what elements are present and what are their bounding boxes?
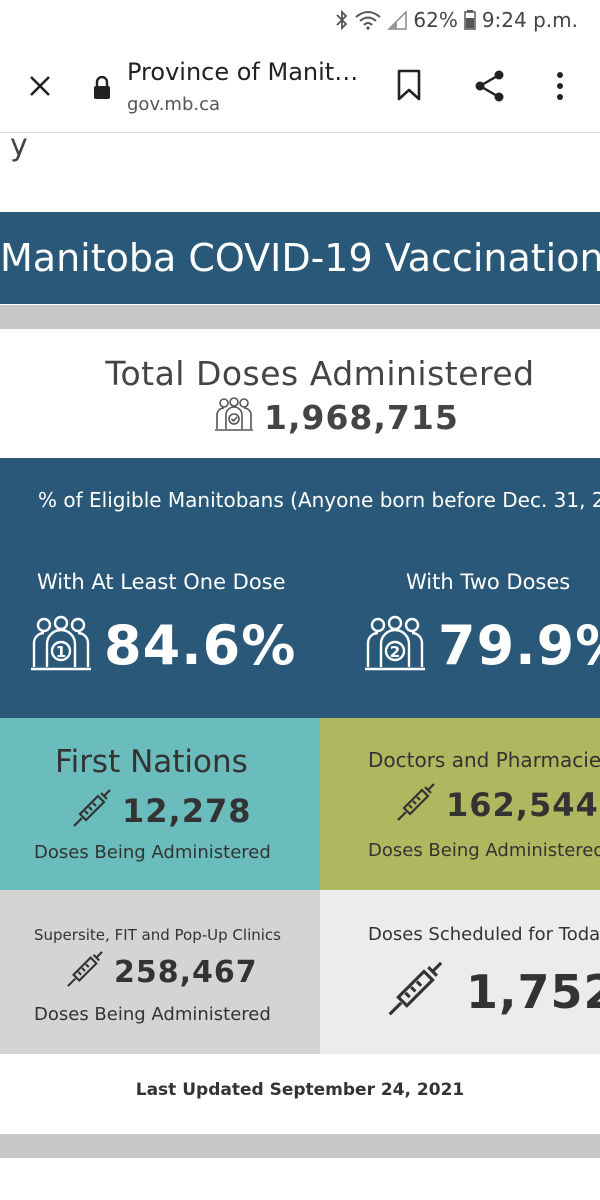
first-nations-value: 12,278 [122, 792, 252, 830]
doctors-pharmacies-value: 162,544 [446, 786, 599, 824]
scrolled-text-fragment: y [10, 128, 28, 163]
page-url[interactable]: gov.mb.ca [127, 94, 220, 115]
supersite-clinics-row: 258,467 [64, 950, 258, 994]
total-doses-row: 1,968,715 [214, 396, 459, 438]
supersite-clinics-subtitle: Doses Being Administered [34, 1004, 271, 1025]
scheduled-today-tile: Doses Scheduled for Today 1,752 [320, 890, 600, 1054]
bluetooth-icon [335, 10, 349, 30]
more-icon [557, 72, 563, 100]
bookmark-button[interactable] [394, 68, 424, 106]
divider-band [0, 1134, 600, 1158]
people-icon [214, 396, 254, 438]
scheduled-today-value: 1,752 [466, 965, 600, 1019]
last-updated: Last Updated September 24, 2021 [135, 1080, 465, 1100]
battery-icon [464, 10, 476, 30]
status-bar: 62% 9:24 p.m. [0, 0, 600, 44]
lock-icon [92, 75, 112, 104]
first-nations-subtitle: Doses Being Administered [34, 842, 271, 863]
clock: 9:24 p.m. [481, 8, 578, 32]
scheduled-today-title: Doses Scheduled for Today [368, 924, 600, 945]
doctors-pharmacies-title: Doctors and Pharmacies [368, 748, 600, 772]
supersite-clinics-tile: Supersite, FIT and Pop-Up Clinics 258,46… [0, 890, 320, 1054]
one-dose-value: 84.6% [104, 614, 297, 677]
eligible-title: % of Eligible Manitobans (Anyone born be… [38, 488, 600, 512]
svg-text:1: 1 [56, 643, 66, 661]
first-nations-row: 12,278 [70, 788, 251, 834]
two-doses-value: 79.9% [438, 614, 600, 677]
syringe-icon [394, 782, 436, 828]
total-doses-card: Total Doses Administered 1,968,715 [0, 330, 600, 458]
syringe-icon [70, 788, 112, 834]
supersite-clinics-title: Supersite, FIT and Pop-Up Clinics [34, 926, 281, 944]
syringe-icon [384, 960, 444, 1024]
doctors-pharmacies-subtitle: Doses Being Administered [368, 840, 600, 861]
banner-title: Manitoba COVID-19 Vaccinations [0, 236, 600, 280]
total-doses-value: 1,968,715 [264, 397, 459, 437]
divider-band [0, 305, 600, 329]
first-nations-tile: First Nations 12,278 Doses Being Adminis… [0, 718, 320, 890]
first-nations-title: First Nations [55, 744, 248, 780]
vaccinations-banner: Manitoba COVID-19 Vaccinations [0, 212, 600, 304]
people-icon: 2 [364, 615, 426, 677]
more-options-button[interactable] [550, 68, 570, 108]
share-icon [475, 70, 504, 102]
browser-toolbar: Province of Manit… gov.mb.ca [0, 44, 600, 133]
close-icon [30, 76, 50, 96]
eligible-manitobans-panel: % of Eligible Manitobans (Anyone born be… [0, 458, 600, 718]
close-button[interactable] [20, 66, 60, 106]
one-dose-row: 1 84.6% [30, 614, 296, 677]
syringe-icon [64, 950, 104, 994]
scheduled-today-row: 1,752 [384, 960, 600, 1024]
svg-text:2: 2 [390, 643, 400, 661]
one-dose-label: With At Least One Dose [37, 570, 286, 594]
status-icons: 62% 9:24 p.m. [335, 8, 578, 32]
wifi-icon [355, 10, 382, 30]
two-doses-label: With Two Doses [406, 570, 571, 594]
people-icon: 1 [30, 615, 92, 677]
supersite-clinics-value: 258,467 [114, 954, 258, 990]
battery-percent: 62% [413, 8, 458, 32]
signal-icon [387, 10, 408, 30]
two-doses-row: 2 79.9% [364, 614, 600, 677]
share-button[interactable] [472, 68, 508, 108]
bookmark-icon [397, 69, 421, 101]
doctors-pharmacies-row: 162,544 [394, 782, 599, 828]
page-title[interactable]: Province of Manit… [127, 58, 358, 86]
total-doses-title: Total Doses Administered [105, 354, 535, 393]
next-section-fragment [0, 1158, 600, 1200]
doctors-pharmacies-tile: Doctors and Pharmacies 162,544 Doses Bei… [320, 718, 600, 890]
